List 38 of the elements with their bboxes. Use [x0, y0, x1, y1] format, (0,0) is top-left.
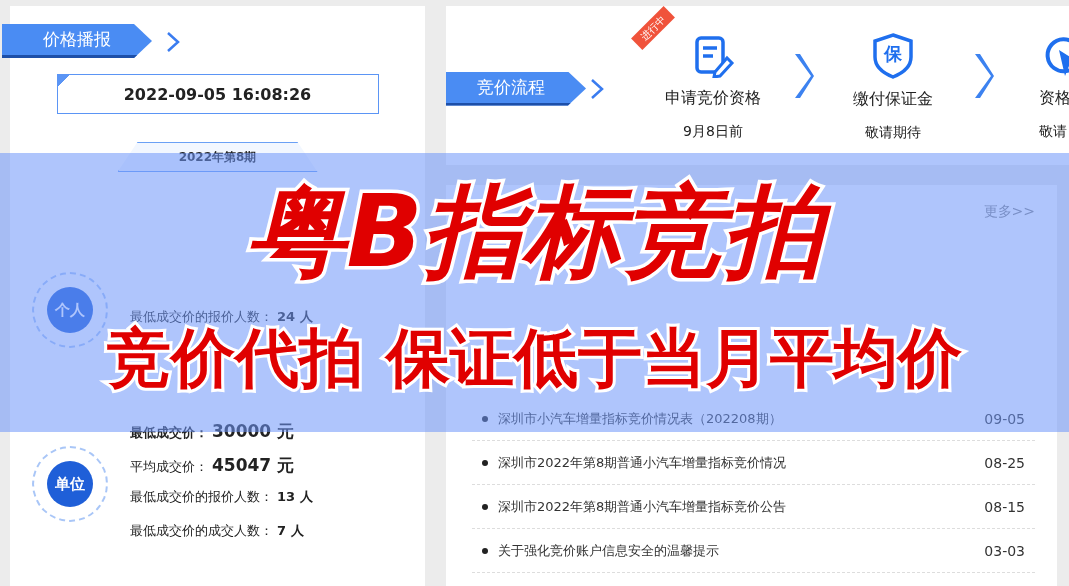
stat-value: 24 人 — [277, 308, 313, 326]
bullet-icon — [482, 547, 488, 554]
period-label: 2022年第8期 — [117, 142, 318, 172]
step-date: 9月8日前 — [683, 123, 743, 141]
step-title: 申请竞价资格 — [665, 88, 761, 109]
news-date: 08-15 — [984, 498, 1025, 515]
stat-label: 最低成交价： — [130, 425, 208, 442]
stat-label: 最低成交价的报价人数： — [130, 309, 273, 324]
section-title: 价格播报 — [43, 28, 111, 51]
news-date: 08-25 — [984, 454, 1025, 471]
news-date: 09-05 — [984, 410, 1025, 427]
news-link[interactable]: 关于强化竞价账户信息安全的温馨提示 — [498, 541, 975, 560]
stat-label: 最低成交价的成交人数： — [130, 523, 273, 540]
bullet-icon — [482, 415, 488, 422]
status-tag: 进行中 — [631, 6, 675, 50]
stat-value: 45047 元 — [212, 454, 295, 477]
stat-value: 7 人 — [277, 522, 304, 540]
bullet-icon — [482, 459, 488, 466]
banner-subline: 竞价代拍 保证低于当月平均价 — [106, 323, 963, 394]
stat-label: 平均成交价： — [130, 459, 208, 476]
datetime-display: 2022-09-05 16:08:26 — [56, 74, 379, 114]
news-link[interactable]: 深圳市2022年第8期普通小汽车增量指标竞价公告 — [498, 497, 975, 516]
stat-value: 13 人 — [277, 488, 313, 506]
banner-headline: 粤B指标竞拍 — [222, 177, 847, 287]
news-date: 03-03 — [984, 542, 1025, 559]
shield-icon: 保 — [871, 33, 915, 79]
step-arrow-icon — [792, 52, 814, 99]
emblem-badge: 单位 — [32, 446, 108, 522]
bullet-icon — [482, 503, 488, 510]
stat-value: 30000 元 — [212, 420, 295, 443]
step-arrow-icon — [972, 52, 994, 99]
stat-label: 最低成交价的报价人数： — [130, 489, 273, 506]
step-title: 缴付保证金 — [853, 89, 933, 110]
step-date: 敬请期待 — [865, 124, 921, 142]
emblem-badge: 个人 — [32, 272, 108, 348]
section-title: 竞价流程 — [477, 75, 545, 99]
news-link[interactable]: 深圳市2022年第8期普通小汽车增量指标竞价情况 — [498, 453, 975, 472]
step-date: 敬请 — [1039, 123, 1067, 141]
